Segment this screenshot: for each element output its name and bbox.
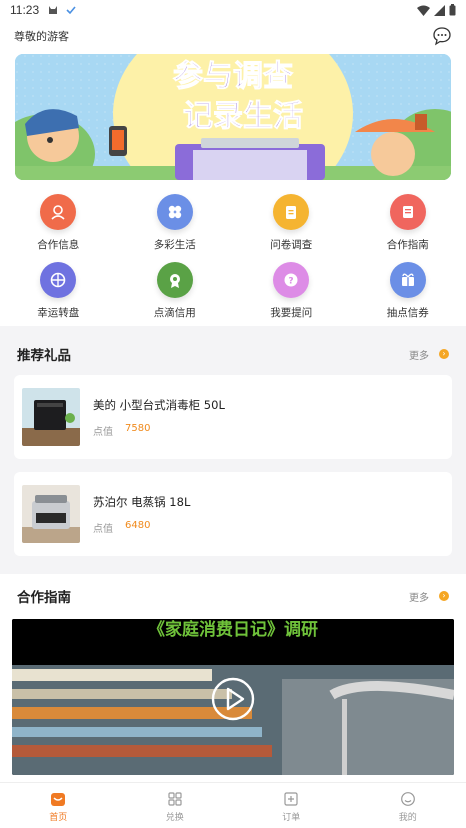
- status-time: 11:23: [10, 3, 40, 17]
- grid-label: 抽点信券: [386, 307, 429, 319]
- grid-item-lucky-wheel[interactable]: 幸运转盘: [0, 262, 117, 330]
- svg-text:?: ?: [289, 277, 294, 287]
- guide-video[interactable]: 《家庭消费日记》调研: [12, 619, 454, 775]
- grid-label: 多彩生活: [153, 239, 196, 251]
- grid-label: 合作信息: [37, 239, 80, 251]
- guide-section-header: 合作指南 更多 ›: [0, 574, 466, 618]
- feature-grid: 合作信息 多彩生活 问卷调查 合作指南 幸运转盘 点滴信用 ? 我要提问 抽点信…: [0, 188, 466, 326]
- medal-icon: [156, 262, 193, 298]
- price-value: 7580: [125, 422, 151, 434]
- tab-mine[interactable]: 我的: [350, 783, 466, 828]
- gift-price: 点值 6480: [93, 520, 190, 535]
- grid-item-credit[interactable]: 点滴信用: [117, 262, 234, 330]
- cat-icon: [49, 6, 58, 14]
- price-value: 6480: [125, 519, 151, 531]
- gift-card[interactable]: 美的 小型台式消毒柜 50L 点值 7580: [14, 375, 452, 459]
- tab-home[interactable]: 首页: [0, 783, 117, 828]
- section-title: 推荐礼品: [17, 348, 71, 364]
- gift-name: 苏泊尔 电蒸锅 18L: [93, 494, 191, 509]
- tab-label: 我的: [398, 813, 417, 823]
- more-link[interactable]: 更多 ›: [409, 347, 449, 362]
- more-label: 更多: [409, 350, 429, 362]
- tab-orders[interactable]: 订单: [233, 783, 350, 828]
- gift-ticket-icon: [389, 262, 426, 298]
- top-header: 尊敬的游客: [0, 20, 466, 52]
- bottom-tab-bar: 首页 兑换 订单 我的: [0, 782, 466, 828]
- more-link[interactable]: 更多 ›: [409, 589, 449, 604]
- tab-exchange[interactable]: 兑换: [117, 783, 234, 828]
- chevron-right-icon: ›: [439, 349, 449, 359]
- check-icon: [66, 6, 76, 15]
- play-icon[interactable]: [211, 677, 255, 721]
- gift-image: [22, 485, 80, 543]
- grid-apps-icon: [168, 792, 182, 806]
- section-title: 合作指南: [17, 590, 71, 606]
- gift-info: 苏泊尔 电蒸锅 18L 点值 6480: [93, 494, 190, 535]
- gift-price: 点值 7580: [93, 423, 225, 438]
- banner-title-line2: 记录生活: [183, 99, 303, 134]
- grid-label: 问卷调查: [270, 239, 313, 251]
- gift-name: 美的 小型台式消毒柜 50L: [93, 397, 225, 412]
- status-notification-icons: [47, 4, 77, 16]
- app-page: 11:23 尊敬的游客 参与调查 记录生活 合作信息 多彩生活 问卷调查 合作指…: [0, 0, 466, 828]
- grid-item-guide[interactable]: 合作指南: [350, 194, 466, 262]
- chevron-right-icon: ›: [439, 591, 449, 601]
- grid-label: 合作指南: [386, 239, 429, 251]
- tab-label: 首页: [49, 813, 68, 823]
- message-icon[interactable]: [432, 26, 452, 46]
- petals-icon: [156, 194, 193, 230]
- gift-info: 美的 小型台式消毒柜 50L 点值 7580: [93, 397, 225, 438]
- grid-item-ask-question[interactable]: ? 我要提问: [233, 262, 350, 330]
- wifi-icon: [417, 5, 430, 16]
- user-circle-icon: [40, 194, 77, 230]
- banner-title-line1: 参与调查: [173, 59, 293, 94]
- grid-item-colorful-life[interactable]: 多彩生活: [117, 194, 234, 262]
- grid-label: 点滴信用: [153, 307, 196, 319]
- question-bubble-icon: ?: [273, 262, 310, 298]
- status-system-icons: [417, 4, 456, 16]
- survey-banner[interactable]: 参与调查 记录生活: [15, 54, 451, 180]
- signal-icon: [434, 4, 445, 16]
- grid-item-draw-voucher[interactable]: 抽点信券: [350, 262, 466, 330]
- gifts-section-header: 推荐礼品 更多 ›: [0, 332, 466, 376]
- guide-book-icon: [389, 194, 426, 230]
- clipboard-icon: [273, 194, 310, 230]
- video-title: 《家庭消费日记》调研: [148, 620, 318, 640]
- price-label: 点值: [93, 523, 113, 535]
- profile-icon: [400, 792, 415, 806]
- order-icon: [284, 792, 298, 806]
- tab-label: 兑换: [165, 813, 184, 823]
- status-bar: 11:23: [0, 0, 466, 20]
- battery-icon: [449, 4, 456, 16]
- banner-container: 参与调查 记录生活: [0, 52, 466, 188]
- grid-item-partner-info[interactable]: 合作信息: [0, 194, 117, 262]
- grid-label: 我要提问: [270, 307, 313, 319]
- grid-label: 幸运转盘: [37, 307, 80, 319]
- greeting-text: 尊敬的游客: [14, 30, 69, 43]
- price-label: 点值: [93, 426, 113, 438]
- gift-image: [22, 388, 80, 446]
- gift-card[interactable]: 苏泊尔 电蒸锅 18L 点值 6480: [14, 472, 452, 556]
- spin-wheel-icon: [40, 262, 77, 298]
- home-icon: [51, 793, 66, 806]
- grid-item-survey[interactable]: 问卷调查: [233, 194, 350, 262]
- tab-label: 订单: [282, 813, 301, 823]
- more-label: 更多: [409, 592, 429, 604]
